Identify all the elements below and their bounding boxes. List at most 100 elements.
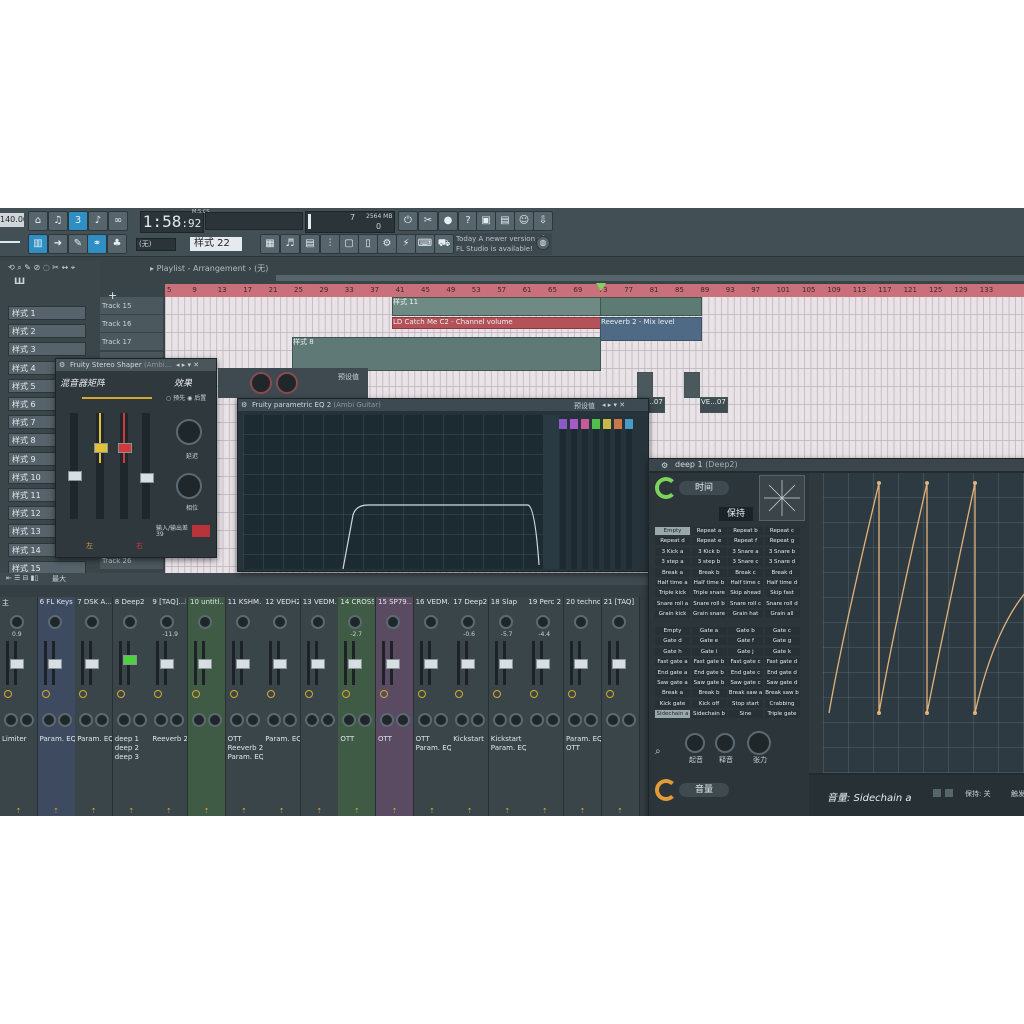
shape-preset-button[interactable]: Grain all — [764, 610, 800, 619]
shape-preset-button[interactable]: Snare roll c — [728, 599, 763, 608]
shape-preset-button[interactable]: Repeat d — [655, 537, 690, 546]
tools-icon[interactable]: ✂ — [418, 211, 438, 231]
volume-fader[interactable] — [611, 659, 626, 669]
shape-preset-button[interactable]: Gate a — [691, 627, 727, 635]
pan-knob[interactable] — [423, 615, 438, 629]
volume-fader[interactable] — [348, 659, 363, 669]
shaper-lfo-preview[interactable] — [759, 475, 805, 521]
route-icon[interactable] — [417, 690, 426, 698]
output-arrow-icon[interactable]: ⇡ — [0, 807, 37, 816]
pan-knob[interactable] — [198, 615, 212, 629]
shape-preset-button[interactable]: Repeat f — [728, 537, 763, 546]
hold-setting[interactable]: 保持: 关 — [965, 789, 991, 799]
plugin-icon[interactable]: ⚙ — [377, 234, 397, 254]
output-arrow-icon[interactable]: ⇡ — [451, 807, 488, 816]
timeline-ruler[interactable]: 5 9 13 17 21 25 29 33 37 41 45 49 53 57 61 65 69 73 77 81 85… — [165, 284, 1024, 297]
output-arrow-icon[interactable]: ⇡ — [188, 807, 225, 816]
shape-preset-button[interactable]: Gate j — [728, 647, 763, 656]
pencil-icon[interactable]: ✎ — [68, 234, 88, 254]
route-icon[interactable] — [116, 690, 125, 698]
route-icon[interactable] — [455, 690, 464, 698]
clip-small-1[interactable] — [637, 372, 653, 398]
volume-fader[interactable] — [574, 659, 588, 669]
route-icon[interactable] — [380, 690, 388, 698]
pan-knob[interactable] — [85, 615, 100, 629]
shape-preset-button[interactable]: Break saw a — [728, 689, 763, 698]
shape-preset-button[interactable]: Repeat e — [691, 537, 727, 546]
piano-keys-icon[interactable]: Ш — [14, 277, 25, 287]
volume-fader[interactable] — [386, 659, 400, 669]
send-knob[interactable] — [546, 713, 561, 727]
shape-preset-button[interactable]: Grain kick — [655, 610, 690, 619]
wait-icon[interactable]: ♫ — [48, 211, 68, 231]
shape-preset-button[interactable]: Snare roll d — [764, 599, 800, 608]
pan-knob[interactable] — [498, 615, 513, 629]
pan-knob[interactable] — [310, 615, 325, 629]
stereo-knob[interactable] — [417, 713, 432, 727]
route-icon[interactable] — [154, 690, 163, 698]
link-icon[interactable]: ⚭ — [87, 234, 107, 254]
shape-preset-button[interactable]: Saw gate a — [655, 679, 690, 687]
effect-slot[interactable]: Param. EQ 2 — [228, 753, 263, 761]
shape-preset-button[interactable]: Gate b — [728, 627, 763, 635]
eq-band-slider[interactable] — [614, 419, 622, 569]
shape-preset-button[interactable]: Sidechain b — [691, 710, 727, 719]
volume-fader[interactable] — [423, 659, 438, 669]
window-controls[interactable]: ◂ ▸ ▾ ✕ — [602, 401, 625, 409]
send-knob[interactable] — [95, 713, 110, 727]
route-icon[interactable] — [229, 690, 238, 698]
io-diff-button[interactable] — [192, 525, 210, 537]
shaper-tool-column[interactable] — [809, 473, 823, 773]
shape-preset-button[interactable]: Gate g — [764, 637, 800, 646]
stereo-knob[interactable] — [154, 713, 169, 727]
shape-preset-button[interactable]: Kick gate — [655, 699, 690, 708]
plug-icon[interactable]: ⚡ — [396, 234, 416, 254]
mixer-strip[interactable]: 13 VEDM...26 B ⇡ — [300, 597, 339, 816]
delay-knob[interactable] — [176, 419, 202, 445]
pan-knob[interactable] — [47, 615, 62, 629]
route-icon[interactable] — [79, 690, 88, 698]
stereo-knob[interactable] — [192, 713, 206, 727]
stereo-knob[interactable] — [4, 713, 18, 727]
stereo-knob[interactable] — [380, 713, 394, 727]
stereo-knob[interactable] — [41, 713, 56, 727]
snap-selector[interactable]: (无) — [136, 238, 176, 251]
footer-toggle-2[interactable] — [945, 789, 953, 797]
effect-slot[interactable]: OTT — [228, 735, 263, 743]
volume-fader[interactable] — [310, 659, 325, 669]
eq-band-slider[interactable] — [625, 419, 633, 569]
output-arrow-icon[interactable]: ⇡ — [526, 807, 563, 816]
output-arrow-icon[interactable]: ⇡ — [301, 807, 338, 816]
shape-preset-button[interactable]: Half time b — [691, 579, 727, 587]
shape-preset-button[interactable]: 3 Snare d — [764, 558, 800, 567]
pan-knob[interactable] — [461, 615, 476, 629]
shape-preset-button[interactable]: Repeat a — [691, 527, 727, 535]
send-knob[interactable] — [132, 713, 147, 727]
shape-preset-button[interactable]: Triple snare — [691, 589, 727, 598]
volume-fader[interactable] — [10, 659, 24, 669]
shape-preset-button[interactable]: Saw gate d — [764, 679, 800, 687]
effect-slot[interactable]: Param. EQ 2 — [40, 735, 75, 743]
stereo-knob[interactable] — [455, 713, 470, 727]
stereo-knob[interactable] — [304, 713, 319, 727]
send-knob[interactable] — [471, 713, 486, 727]
stamp-icon[interactable]: ♣ — [107, 234, 127, 254]
effect-slot[interactable]: deep 1 — [115, 735, 150, 743]
countdown-icon[interactable]: 3 — [68, 211, 88, 231]
effect-slot[interactable]: OTT — [416, 735, 451, 743]
shape-preset-button[interactable]: Break a — [655, 689, 690, 698]
output-arrow-icon[interactable]: ⇡ — [376, 807, 413, 816]
stereo-knob[interactable] — [530, 713, 545, 727]
output-arrow-icon[interactable]: ⇡ — [263, 807, 300, 816]
effect-slot[interactable]: deep 3 — [115, 753, 150, 761]
window-controls[interactable]: ◂ ▸ ▾ ✕ — [176, 361, 199, 369]
output-arrow-icon[interactable]: ⇡ — [414, 807, 451, 816]
mixer-strip[interactable]: 19 Perc 2 -4.4 ⇡ — [526, 597, 565, 816]
route-icon[interactable] — [4, 690, 12, 698]
shape-preset-button[interactable]: Break b — [691, 568, 727, 577]
stereo-knob[interactable] — [79, 713, 94, 727]
shape-preset-button[interactable]: Gate i — [691, 647, 727, 656]
shape-preset-button[interactable]: Gate e — [691, 637, 727, 646]
playhead-marker[interactable] — [596, 283, 606, 291]
effect-slot[interactable]: OTT — [378, 735, 413, 743]
